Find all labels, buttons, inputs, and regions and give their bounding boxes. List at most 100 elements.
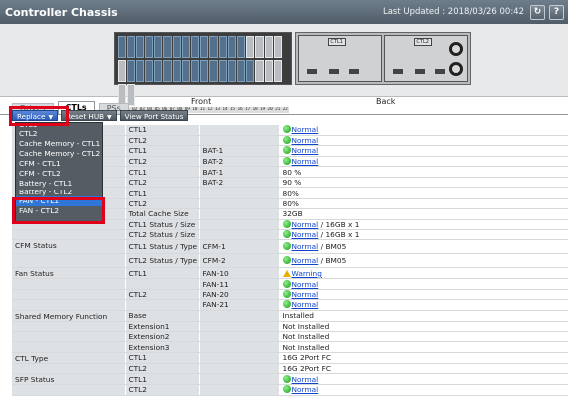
controller-cell: CTL1 bbox=[125, 373, 200, 386]
menu-item-fan-ctl1[interactable]: FAN - CTL1 bbox=[16, 195, 102, 206]
status-link[interactable]: Normal bbox=[292, 230, 319, 239]
status-ok-icon bbox=[282, 230, 291, 239]
drive-slot[interactable] bbox=[246, 60, 255, 82]
status-link[interactable]: Normal bbox=[292, 157, 319, 166]
status-value-cell: Installed bbox=[279, 310, 568, 322]
drive-slot[interactable] bbox=[181, 60, 190, 82]
drive-slot[interactable] bbox=[145, 36, 154, 58]
drive-slot[interactable] bbox=[273, 60, 282, 82]
menu-item-cfm-ctl1[interactable]: CFM - CTL1 bbox=[16, 159, 102, 169]
status-link[interactable]: Normal bbox=[292, 280, 319, 289]
drive-slot[interactable] bbox=[172, 36, 181, 58]
drive-slot[interactable] bbox=[236, 60, 246, 82]
status-link[interactable]: Normal bbox=[292, 375, 319, 384]
drive-slot[interactable] bbox=[163, 36, 172, 58]
drive-slot[interactable] bbox=[200, 60, 209, 82]
status-value-cell: 90 % bbox=[279, 177, 568, 189]
reset-hub-button[interactable]: Reset HUB ▼ bbox=[61, 110, 117, 121]
controller-cell: CTL1 bbox=[125, 267, 200, 280]
controller-cell: Extension1 bbox=[125, 321, 200, 332]
status-link[interactable]: Normal bbox=[292, 290, 319, 299]
drive-slot[interactable] bbox=[273, 36, 282, 58]
replace-button[interactable]: Replace ▼ bbox=[12, 110, 59, 121]
port-icon bbox=[435, 69, 445, 74]
port-icon bbox=[329, 69, 339, 74]
drive-slot[interactable] bbox=[172, 60, 181, 82]
item-label-cell: CTL Type bbox=[12, 352, 126, 364]
controller-cell: Extension3 bbox=[125, 341, 200, 353]
component-cell bbox=[199, 187, 280, 199]
drive-slot[interactable] bbox=[126, 36, 135, 58]
controller-cell: CTL2 Status / Type bbox=[125, 253, 200, 269]
drive-slot[interactable] bbox=[126, 60, 135, 82]
table-row: CTL2 Status / Type CFM-2 Normal / BM05 bbox=[12, 253, 568, 269]
status-link[interactable]: Normal bbox=[292, 256, 319, 265]
drive-slot[interactable] bbox=[135, 60, 145, 82]
status-link[interactable]: Normal bbox=[292, 242, 319, 251]
drive-slot[interactable] bbox=[154, 36, 163, 58]
status-value-cell: Normal bbox=[279, 289, 568, 301]
drive-slot[interactable] bbox=[264, 36, 273, 58]
status-value-cell: Normal bbox=[279, 156, 568, 168]
status-detail: / BM05 bbox=[318, 242, 347, 252]
table-row: CTL2 Normal bbox=[12, 384, 568, 396]
item-label-cell bbox=[12, 278, 126, 290]
drive-slot[interactable] bbox=[218, 36, 227, 58]
controller-cell: CTL2 bbox=[125, 177, 200, 189]
drive-slot[interactable] bbox=[135, 36, 145, 58]
status-link[interactable]: Normal bbox=[292, 300, 319, 309]
view-port-status-button[interactable]: View Port Status bbox=[119, 110, 189, 121]
drive-slot[interactable] bbox=[255, 36, 264, 58]
menu-item-ctl2[interactable]: CTL2 bbox=[16, 129, 102, 139]
status-value-cell: 80% bbox=[279, 198, 568, 210]
drive-slot[interactable] bbox=[218, 60, 227, 82]
drive-slot[interactable] bbox=[255, 60, 264, 82]
status-link[interactable]: Normal bbox=[292, 220, 319, 229]
drive-slot[interactable] bbox=[154, 60, 163, 82]
menu-item-cfm-ctl2[interactable]: CFM - CTL2 bbox=[16, 169, 102, 179]
status-value-cell: Not Installed bbox=[279, 321, 568, 332]
status-value-cell: Not Installed bbox=[279, 331, 568, 343]
drive-slot[interactable] bbox=[200, 36, 209, 58]
drive-slot[interactable] bbox=[181, 36, 190, 58]
drive-slot[interactable] bbox=[145, 60, 154, 82]
drive-slot[interactable] bbox=[163, 60, 172, 82]
ctl1-back-panel[interactable]: CTL1 bbox=[298, 35, 382, 82]
status-value-cell: 80% bbox=[279, 187, 568, 199]
drive-slot[interactable] bbox=[191, 60, 200, 82]
drive-slot[interactable] bbox=[117, 60, 126, 82]
drive-slot[interactable] bbox=[209, 36, 218, 58]
drive-slot[interactable] bbox=[227, 36, 236, 58]
item-label-cell bbox=[12, 229, 126, 241]
page-title: Controller Chassis bbox=[5, 5, 118, 19]
status-link[interactable]: Normal bbox=[292, 125, 319, 134]
menu-item-cache-memory-ctl2[interactable]: Cache Memory - CTL2 bbox=[16, 149, 102, 159]
menu-item-fan-ctl2[interactable]: FAN - CTL2 bbox=[16, 206, 102, 216]
help-icon[interactable]: ? bbox=[549, 4, 564, 20]
drive-slot[interactable] bbox=[191, 36, 200, 58]
status-link[interactable]: Normal bbox=[292, 146, 319, 155]
drive-slot[interactable] bbox=[227, 60, 236, 82]
drive-slot[interactable] bbox=[264, 60, 273, 82]
back-label: Back bbox=[376, 97, 396, 106]
status-link[interactable]: Warning bbox=[292, 269, 322, 278]
status-link[interactable]: Normal bbox=[292, 136, 319, 145]
value-text: Not Installed bbox=[282, 321, 330, 331]
drive-slot[interactable] bbox=[209, 60, 218, 82]
drive-slot[interactable] bbox=[236, 36, 246, 58]
status-detail: / 16GB x 1 bbox=[318, 219, 360, 229]
replace-button-label: Replace bbox=[17, 112, 46, 121]
drive-slot[interactable] bbox=[246, 36, 255, 58]
controller-cell: Total Cache Size bbox=[125, 208, 200, 220]
menu-item-cache-memory-ctl1[interactable]: Cache Memory - CTL1 bbox=[16, 139, 102, 149]
reset-hub-label: Reset HUB bbox=[66, 112, 105, 121]
ctl2-back-panel[interactable]: CTL2 bbox=[384, 35, 468, 82]
menu-item-battery-ctl1[interactable]: Battery - CTL1 bbox=[16, 179, 102, 189]
controller-cell: CTL1 Status / Size bbox=[125, 219, 200, 231]
status-link[interactable]: Normal bbox=[292, 385, 319, 394]
drive-slot[interactable] bbox=[117, 36, 126, 58]
table-row: Extension1 Not Installed bbox=[12, 321, 568, 332]
item-label-cell: SFP Status bbox=[12, 373, 126, 386]
refresh-icon[interactable]: ↻ bbox=[530, 4, 545, 20]
chevron-down-icon: ▼ bbox=[107, 114, 112, 121]
